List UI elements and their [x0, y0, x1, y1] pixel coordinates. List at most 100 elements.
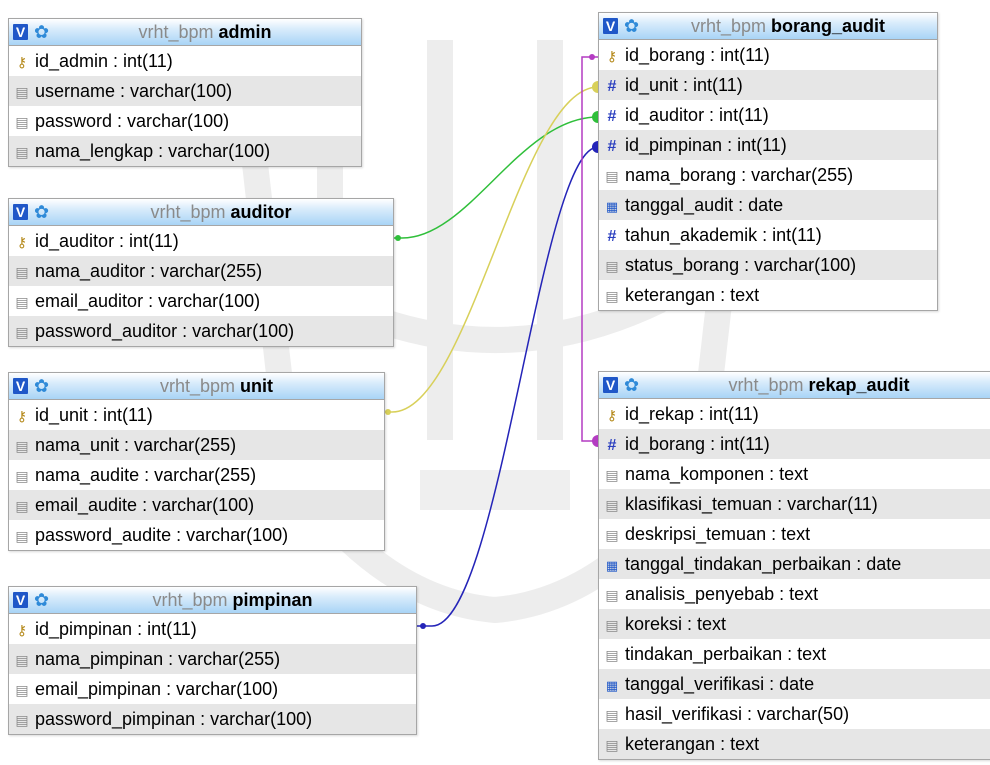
table-admin[interactable]: V ✿ vrht_bpm admin ⚷ id_admin : int(11) ▤ u… — [8, 18, 362, 167]
table-header-unit[interactable]: V ✿ vrht_bpm unit — [9, 373, 384, 400]
text-field-icon: ▤ — [605, 707, 619, 723]
column-row[interactable]: ▤ klasifikasi_temuan : varchar(11) — [599, 489, 990, 519]
column-label: id_pimpinan : int(11) — [625, 135, 787, 155]
column-label: tahun_akademik : int(11) — [625, 225, 822, 245]
column-label: keterangan : text — [625, 734, 760, 754]
column-label: koreksi : text — [625, 614, 727, 634]
key-icon: ⚷ — [16, 234, 28, 250]
key-icon: ⚷ — [606, 407, 618, 423]
table-rekap-audit[interactable]: V ✿ vrht_bpm rekap_audit ⚷ id_rekap : int… — [598, 371, 990, 760]
column-row[interactable]: # id_borang : int(11) — [599, 429, 990, 459]
toggle-view-icon[interactable]: V — [603, 377, 618, 393]
column-label: password : varchar(100) — [35, 111, 230, 131]
gear-icon[interactable]: ✿ — [34, 373, 49, 399]
column-row[interactable]: ▤ username : varchar(100) — [9, 76, 361, 106]
column-row[interactable]: ▤ password_audite : varchar(100) — [9, 520, 384, 550]
column-row[interactable]: ▤ hasil_verifikasi : varchar(50) — [599, 699, 990, 729]
table-header-borang-audit[interactable]: V ✿ vrht_bpm borang_audit — [599, 13, 937, 40]
column-row[interactable]: ▤ nama_pimpinan : varchar(255) — [9, 644, 416, 674]
column-row[interactable]: ▦ tanggal_tindakan_perbaikan : date — [599, 549, 990, 579]
db-prefix: vrht_bpm — [152, 590, 228, 610]
table-unit[interactable]: V ✿ vrht_bpm unit ⚷ id_unit : int(11) ▤ nam… — [8, 372, 385, 551]
db-prefix: vrht_bpm — [150, 202, 226, 222]
text-field-icon: ▤ — [605, 168, 619, 184]
column-row[interactable]: ▤ nama_audite : varchar(255) — [9, 460, 384, 490]
column-label: email_pimpinan : varchar(100) — [35, 679, 279, 699]
relation-unit-borang — [383, 86, 599, 413]
text-field-icon: ▤ — [605, 288, 619, 304]
toggle-view-icon[interactable]: V — [13, 592, 28, 608]
column-row[interactable]: ⚷ id_auditor : int(11) — [9, 226, 393, 256]
column-row[interactable]: ▤ email_pimpinan : varchar(100) — [9, 674, 416, 704]
text-field-icon: ▤ — [605, 258, 619, 274]
gear-icon[interactable]: ✿ — [34, 587, 49, 613]
column-row[interactable]: ▤ nama_borang : varchar(255) — [599, 160, 937, 190]
column-row[interactable]: ▤ password_pimpinan : varchar(100) — [9, 704, 416, 734]
column-row[interactable]: # id_pimpinan : int(11) — [599, 130, 937, 160]
column-label: nama_auditor : varchar(255) — [35, 261, 263, 281]
relation-pimpinan-borang — [415, 146, 599, 627]
column-row[interactable]: ▤ deskripsi_temuan : text — [599, 519, 990, 549]
text-field-icon: ▤ — [605, 587, 619, 603]
table-header-pimpinan[interactable]: V ✿ vrht_bpm pimpinan — [9, 587, 416, 614]
column-label: hasil_verifikasi : varchar(50) — [625, 704, 850, 724]
gear-icon[interactable]: ✿ — [624, 372, 639, 398]
hash-icon: # — [607, 138, 617, 155]
toggle-view-icon[interactable]: V — [603, 18, 618, 34]
text-field-icon: ▤ — [15, 528, 29, 544]
column-label: email_audite : varchar(100) — [35, 495, 255, 515]
column-row[interactable]: ⚷ id_borang : int(11) — [599, 40, 937, 70]
text-field-icon: ▤ — [15, 652, 29, 668]
column-row[interactable]: ▤ nama_lengkap : varchar(100) — [9, 136, 361, 166]
column-row[interactable]: ▤ nama_komponen : text — [599, 459, 990, 489]
table-pimpinan[interactable]: V ✿ vrht_bpm pimpinan ⚷ id_pimpinan : int… — [8, 586, 417, 735]
column-row[interactable]: ▤ nama_unit : varchar(255) — [9, 430, 384, 460]
table-header-auditor[interactable]: V ✿ vrht_bpm auditor — [9, 199, 393, 226]
text-field-icon: ▤ — [605, 737, 619, 753]
column-row[interactable]: ▤ keterangan : text — [599, 729, 990, 759]
column-label: nama_lengkap : varchar(100) — [35, 141, 271, 161]
gear-icon[interactable]: ✿ — [34, 19, 49, 45]
column-label: status_borang : varchar(100) — [625, 255, 857, 275]
column-row[interactable]: # tahun_akademik : int(11) — [599, 220, 937, 250]
gear-icon[interactable]: ✿ — [624, 13, 639, 39]
toggle-view-icon[interactable]: V — [13, 24, 28, 40]
column-row[interactable]: ⚷ id_admin : int(11) — [9, 46, 361, 76]
column-row[interactable]: ▤ password : varchar(100) — [9, 106, 361, 136]
column-row[interactable]: ▤ koreksi : text — [599, 609, 990, 639]
table-borang-audit[interactable]: V ✿ vrht_bpm borang_audit ⚷ id_borang : i… — [598, 12, 938, 311]
column-row[interactable]: ▤ nama_auditor : varchar(255) — [9, 256, 393, 286]
db-prefix: vrht_bpm — [159, 376, 236, 396]
table-auditor[interactable]: V ✿ vrht_bpm auditor ⚷ id_auditor : int(1… — [8, 198, 394, 347]
column-row[interactable]: ▤ email_audite : varchar(100) — [9, 490, 384, 520]
column-row[interactable]: # id_auditor : int(11) — [599, 100, 937, 130]
column-label: tanggal_audit : date — [625, 195, 784, 215]
table-header-rekap-audit[interactable]: V ✿ vrht_bpm rekap_audit — [599, 372, 990, 399]
text-field-icon: ▤ — [15, 682, 29, 698]
column-row[interactable]: ▤ status_borang : varchar(100) — [599, 250, 937, 280]
column-row[interactable]: ▤ analisis_penyebab : text — [599, 579, 990, 609]
column-row[interactable]: ▤ email_auditor : varchar(100) — [9, 286, 393, 316]
column-row[interactable]: ▤ tindakan_perbaikan : text — [599, 639, 990, 669]
column-label: id_borang : int(11) — [625, 45, 770, 65]
column-row[interactable]: ⚷ id_rekap : int(11) — [599, 399, 990, 429]
column-label: nama_komponen : text — [625, 464, 809, 484]
column-row[interactable]: ⚷ id_unit : int(11) — [9, 400, 384, 430]
table-name: admin — [218, 22, 272, 42]
column-row[interactable]: # id_unit : int(11) — [599, 70, 937, 100]
key-icon: ⚷ — [16, 54, 28, 70]
text-field-icon: ▤ — [15, 324, 29, 340]
relation-borang-rekap — [581, 56, 598, 442]
column-row[interactable]: ▤ keterangan : text — [599, 280, 937, 310]
date-icon: ▦ — [605, 678, 619, 693]
column-row[interactable]: ▦ tanggal_verifikasi : date — [599, 669, 990, 699]
column-row[interactable]: ▦ tanggal_audit : date — [599, 190, 937, 220]
toggle-view-icon[interactable]: V — [13, 204, 28, 220]
key-icon: ⚷ — [606, 48, 618, 64]
column-row[interactable]: ⚷ id_pimpinan : int(11) — [9, 614, 416, 644]
toggle-view-icon[interactable]: V — [13, 378, 28, 394]
gear-icon[interactable]: ✿ — [34, 199, 49, 225]
table-name: auditor — [230, 202, 292, 222]
table-header-admin[interactable]: V ✿ vrht_bpm admin — [9, 19, 361, 46]
column-row[interactable]: ▤ password_auditor : varchar(100) — [9, 316, 393, 346]
